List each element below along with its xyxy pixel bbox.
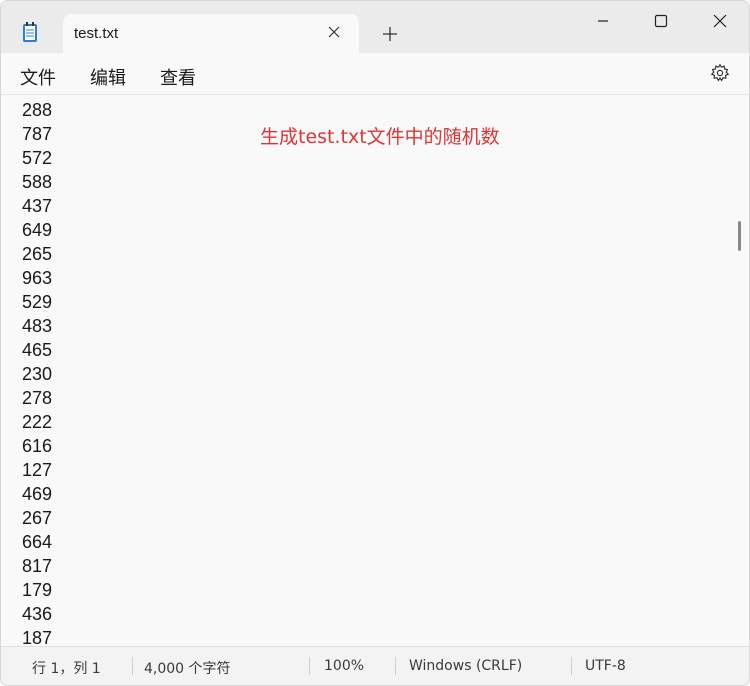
text-line: 465 [22, 340, 53, 360]
text-line: 572 [22, 148, 53, 168]
status-bar: 行 1，列 1 4,000 个字符 100% Windows (CRLF) UT… [1, 646, 749, 685]
status-position: 行 1，列 1 [32, 661, 101, 677]
notepad-icon [23, 22, 37, 42]
status-zoom[interactable]: 100% [324, 658, 364, 674]
tab-test-txt[interactable]: test.txt [63, 14, 359, 54]
status-encoding[interactable]: UTF-8 [585, 658, 626, 674]
tab-title: test.txt [74, 25, 119, 42]
text-line: 437 [22, 196, 53, 216]
text-line: 483 [22, 316, 53, 336]
status-divider [132, 657, 133, 675]
text-line: 267 [22, 508, 53, 528]
editor-lines: 288 787 572 588 437 649 265 963 529 483 … [22, 98, 52, 646]
gear-icon[interactable] [710, 63, 730, 83]
text-line: 278 [22, 388, 53, 408]
menu-edit[interactable]: 编辑 [90, 64, 126, 90]
annotation-text: 生成test.txt文件中的随机数 [260, 126, 500, 148]
status-divider [395, 657, 396, 675]
status-char-count: 4,000 个字符 [144, 661, 231, 677]
text-line: 222 [22, 412, 53, 432]
close-icon[interactable] [327, 25, 341, 39]
text-line: 664 [22, 532, 53, 552]
text-line: 649 [22, 220, 53, 240]
text-line: 963 [22, 268, 53, 288]
text-editor[interactable]: 288 787 572 588 437 649 265 963 529 483 … [1, 95, 749, 646]
text-line: 469 [22, 484, 53, 504]
text-line: 817 [22, 556, 53, 576]
text-line: 588 [22, 172, 53, 192]
text-line: 265 [22, 244, 53, 264]
text-line: 787 [22, 124, 53, 144]
text-line: 179 [22, 580, 53, 600]
notepad-window: test.txt 文件 编辑 查看 288 787 572 588 437 64… [0, 0, 750, 686]
title-bar[interactable]: test.txt [1, 1, 749, 54]
status-line-ending[interactable]: Windows (CRLF) [409, 658, 522, 674]
text-line: 288 [22, 100, 53, 120]
text-line: 436 [22, 604, 53, 624]
vertical-scrollbar[interactable] [738, 221, 741, 251]
text-line: 616 [22, 436, 53, 456]
status-divider [309, 657, 310, 675]
text-line: 529 [22, 292, 53, 312]
close-icon[interactable] [712, 13, 728, 29]
status-divider [571, 657, 572, 675]
menu-view[interactable]: 查看 [160, 64, 196, 90]
text-line: 127 [22, 460, 53, 480]
minimize-icon[interactable] [595, 13, 611, 29]
text-line: 187 [22, 628, 53, 646]
maximize-icon[interactable] [653, 13, 669, 29]
menu-file[interactable]: 文件 [20, 64, 56, 90]
menu-bar: 文件 编辑 查看 [1, 53, 749, 95]
plus-icon[interactable] [381, 25, 399, 43]
text-line: 230 [22, 364, 53, 384]
